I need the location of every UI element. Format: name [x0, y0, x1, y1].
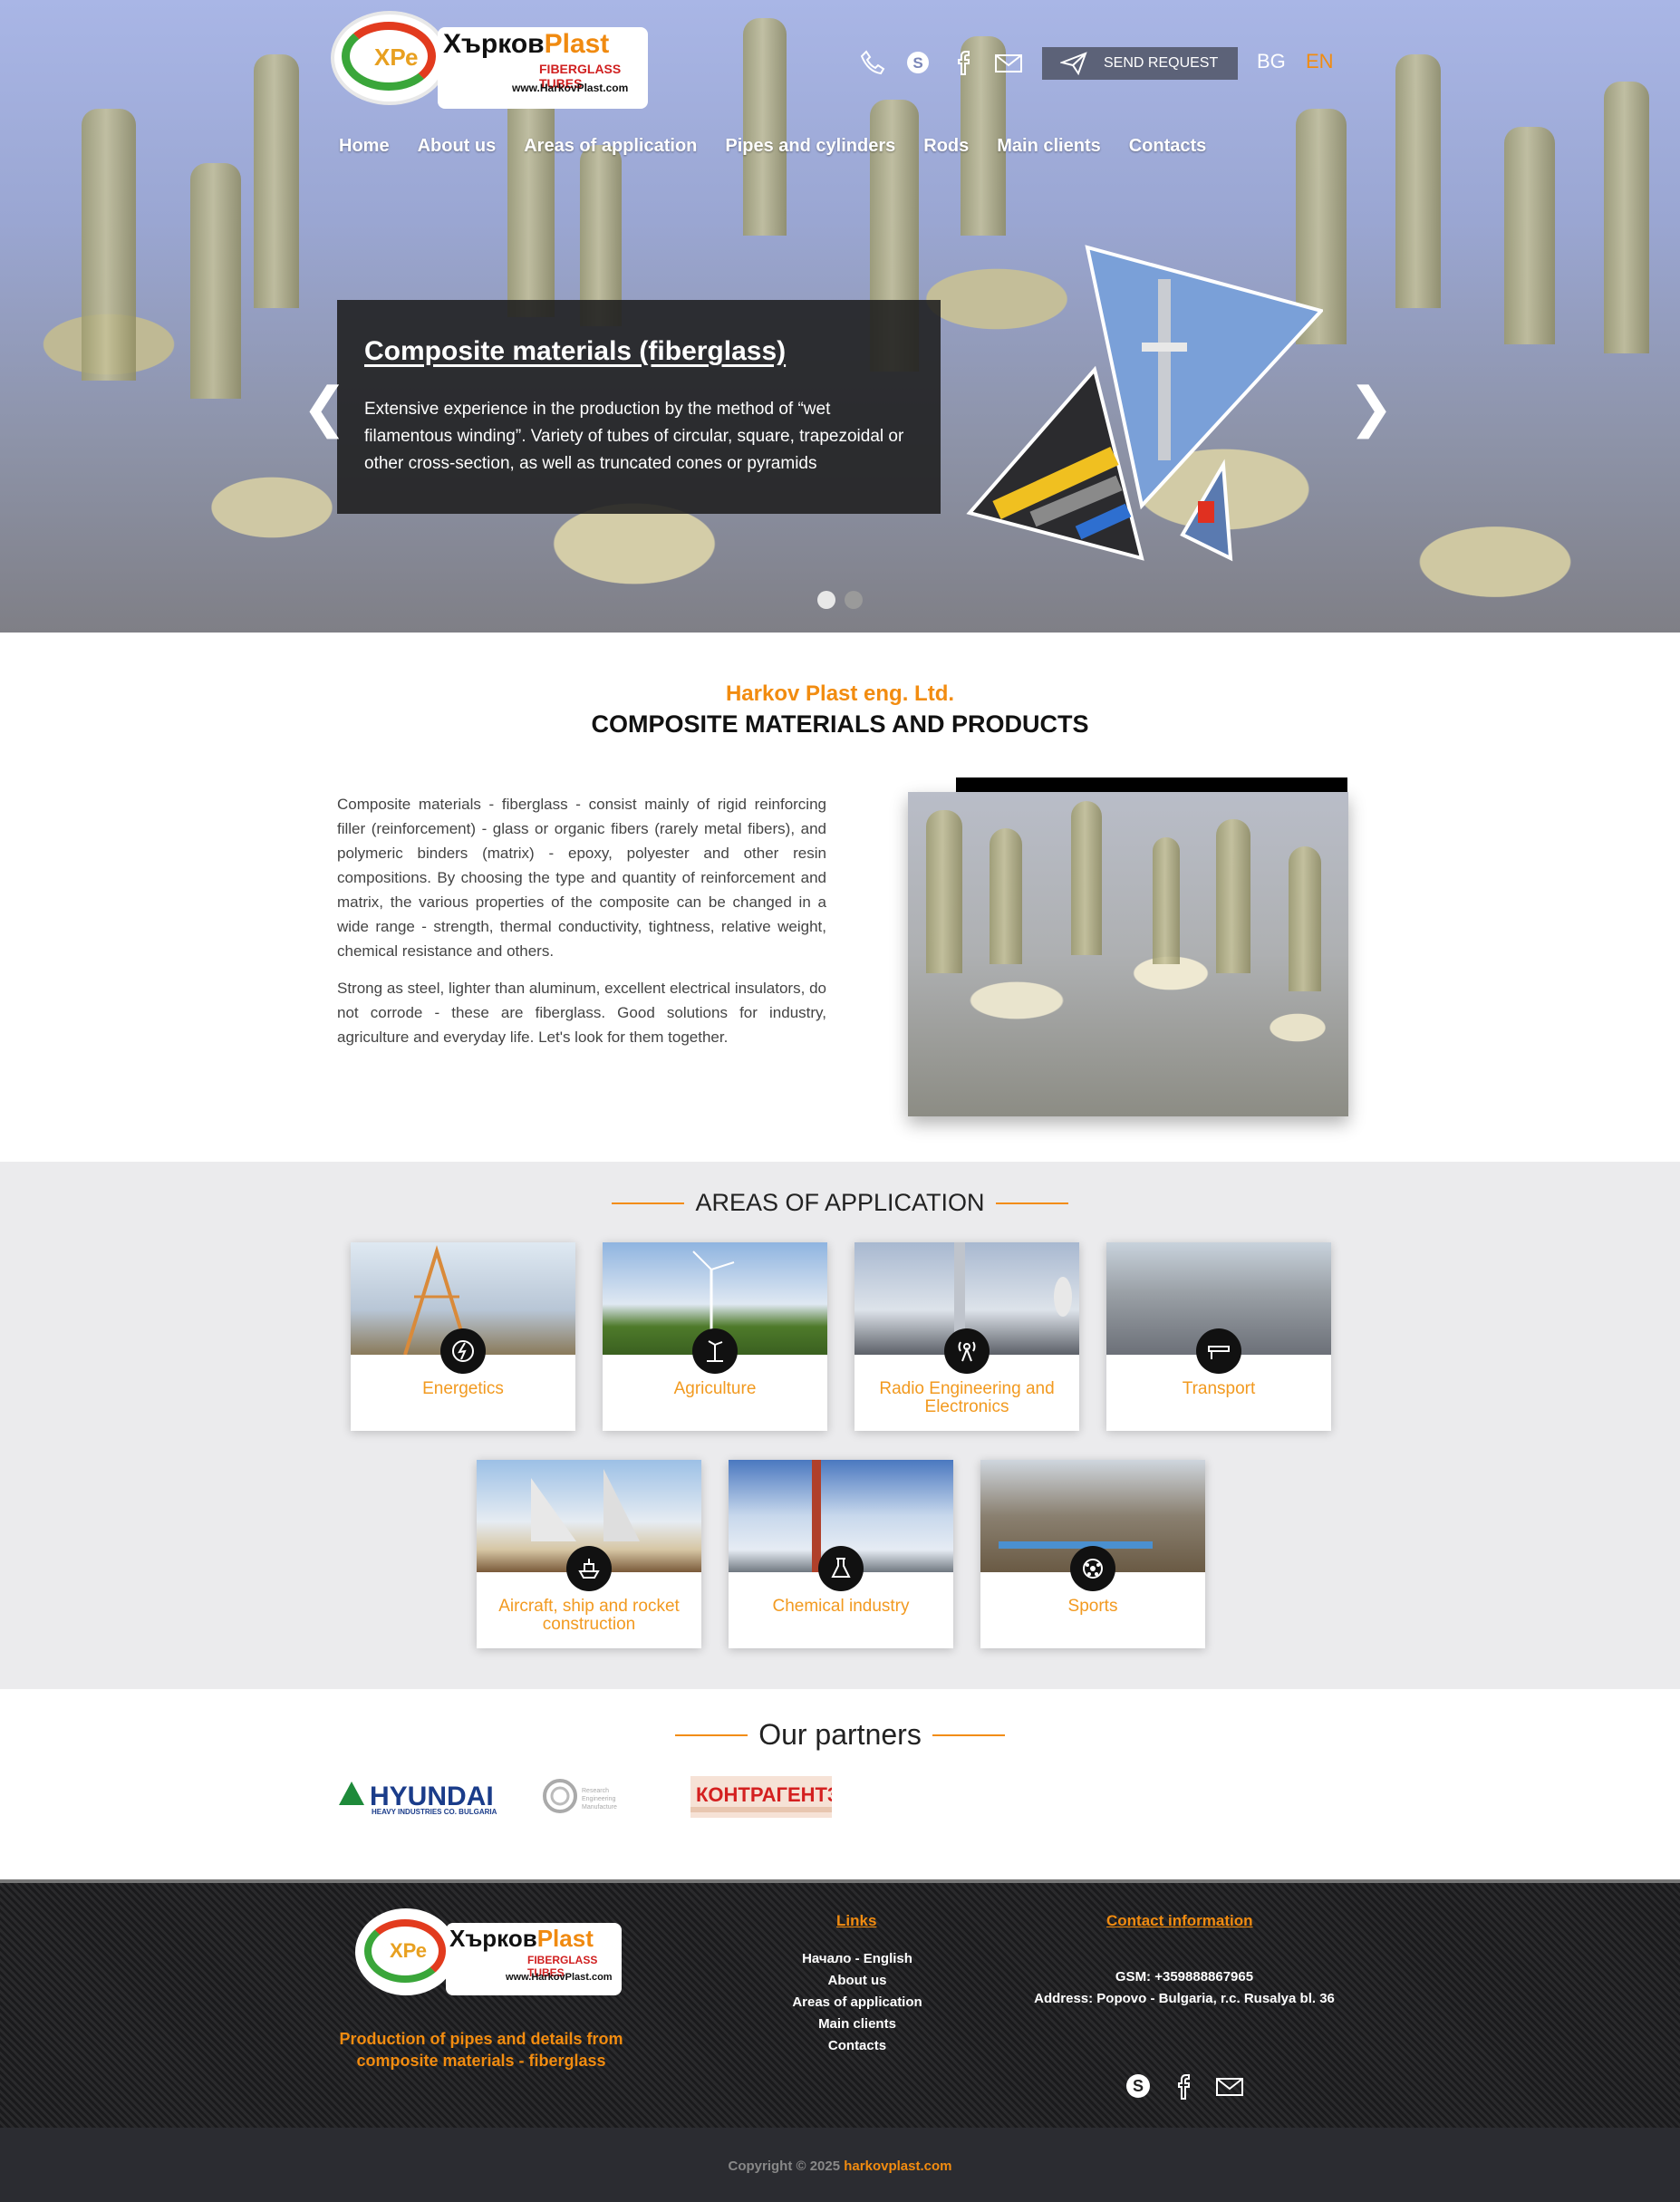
footer-contact-title: Contact information — [1106, 1912, 1253, 1929]
footer-links: Начало - English About us Areas of appli… — [767, 1948, 948, 2057]
flask-icon — [818, 1546, 864, 1591]
photo-frame-accent — [956, 777, 1347, 792]
copyright: Copyright © 2025 harkovplast.com — [728, 2159, 952, 2174]
footer-link-clients[interactable]: Main clients — [767, 2014, 948, 2035]
company-name: Harkov Plast eng. Ltd. — [725, 681, 955, 706]
skype-icon[interactable]: S — [903, 47, 933, 78]
svg-text:Research: Research — [582, 1788, 609, 1794]
mail-icon[interactable] — [993, 47, 1024, 78]
area-card-chemical[interactable]: Chemical industry — [729, 1460, 953, 1648]
lang-bg-link[interactable]: BG — [1257, 50, 1286, 73]
intro-paragraph-1: Composite materials - fiberglass - consi… — [337, 796, 826, 960]
intro-text: Composite materials - fiberglass - consi… — [337, 792, 826, 1062]
logo-monogram: ХРе — [374, 43, 419, 71]
copyright-site-link[interactable]: harkovplast.com — [844, 2159, 951, 2174]
phone-icon[interactable] — [857, 47, 888, 78]
svg-text:HEAVY INDUSTRIES CO. BULGARIA: HEAVY INDUSTRIES CO. BULGARIA — [372, 1808, 497, 1816]
area-card-sports[interactable]: Sports — [980, 1460, 1205, 1648]
logo-brand: ХърковPlast — [443, 29, 610, 59]
partners-title: Our partners — [0, 1718, 1680, 1752]
svg-text:Manufacture: Manufacture — [582, 1804, 617, 1811]
intro-paragraph-2: Strong as steel, lighter than aluminum, … — [337, 980, 826, 1046]
facebook-icon[interactable] — [948, 47, 979, 78]
area-label: Transport — [1182, 1379, 1256, 1398]
facebook-icon[interactable] — [1169, 2072, 1198, 2105]
footer-link-about[interactable]: About us — [767, 1970, 948, 1992]
footer-tagline: Production of pipes and details from com… — [339, 2030, 623, 2070]
area-card-energetics[interactable]: Energetics — [351, 1242, 575, 1431]
area-card-transport[interactable]: Transport — [1106, 1242, 1331, 1431]
mail-icon[interactable] — [1214, 2072, 1245, 2105]
slider-prev-button[interactable]: ❮ — [302, 381, 347, 435]
svg-text:S: S — [912, 54, 922, 72]
wind-turbine-icon — [692, 1328, 738, 1374]
nav-about-us[interactable]: About us — [418, 136, 497, 157]
areas-title: AREAS OF APPLICATION — [0, 1189, 1680, 1217]
area-card-radio-engineering[interactable]: Radio Engineering and Electronics — [854, 1242, 1079, 1431]
area-card-agriculture[interactable]: Agriculture — [603, 1242, 827, 1431]
area-label: Radio Engineering and Electronics — [879, 1379, 1055, 1416]
area-card-aircraft-ship[interactable]: Aircraft, ship and rocket construction — [477, 1460, 701, 1648]
skype-icon[interactable]: S — [1124, 2072, 1153, 2105]
lang-en-link[interactable]: EN — [1306, 50, 1334, 73]
area-label: Energetics — [422, 1379, 504, 1398]
area-label: Aircraft, ship and rocket construction — [498, 1597, 680, 1634]
ball-icon — [1070, 1546, 1115, 1591]
nav-areas[interactable]: Areas of application — [524, 136, 697, 157]
slider-dot-2[interactable] — [845, 591, 863, 609]
nav-rods[interactable]: Rods — [923, 136, 969, 157]
footer-contact-info: GSM: +359888867965 Address: Popovo - Bul… — [1033, 1966, 1336, 2010]
lightning-icon — [440, 1328, 486, 1374]
intro-heading: COMPOSITE MATERIALS AND PRODUCTS — [591, 710, 1089, 738]
svg-text:КОНТРАГЕНТ35: КОНТРАГЕНТ35 — [696, 1783, 832, 1806]
svg-text:S: S — [1133, 2077, 1144, 2095]
slide-text: Extensive experience in the production b… — [364, 400, 904, 473]
partner-hyundai-logo[interactable]: HYUNDAI HEAVY INDUSTRIES CO. BULGARIA — [337, 1776, 497, 1821]
area-label: Sports — [1067, 1597, 1118, 1616]
footer-social-icons: S — [1124, 2072, 1245, 2105]
slider-dot-1[interactable] — [817, 591, 835, 609]
slide-caption: Composite materials (fiberglass) Extensi… — [337, 300, 941, 514]
send-request-button[interactable]: SEND REQUEST — [1042, 47, 1238, 80]
svg-text:Engineering: Engineering — [582, 1796, 615, 1802]
nav-home[interactable]: Home — [339, 136, 390, 157]
ship-icon — [566, 1546, 612, 1591]
paper-plane-icon — [1060, 52, 1087, 75]
send-request-label: SEND REQUEST — [1104, 55, 1219, 71]
footer-link-home[interactable]: Начало - English — [767, 1948, 948, 1970]
fiberglass-tubes-photo — [908, 792, 1348, 1116]
site-logo[interactable]: ХРе ХърковPlast FIBERGLASS TUBES www.Har… — [331, 11, 648, 109]
footer-link-areas[interactable]: Areas of application — [767, 1992, 948, 2014]
partner-reem-logo[interactable]: Research Engineering Manufacture — [542, 1778, 632, 1819]
footer-logo[interactable]: ХРе ХърковPlast FIBERGLASS TUBES www.Har… — [355, 1908, 622, 1997]
slide-triangle-graphic — [961, 243, 1325, 569]
area-label: Agriculture — [673, 1379, 757, 1398]
partner-kontragent-logo[interactable]: КОНТРАГЕНТ35 — [690, 1776, 849, 1822]
logo-site: www.HarkovPlast.com — [512, 82, 629, 94]
main-nav: Home About us Areas of application Pipes… — [339, 136, 1206, 157]
nav-main-clients[interactable]: Main clients — [997, 136, 1100, 157]
footer-gsm: GSM: +359888867965 — [1115, 1969, 1254, 1985]
footer-link-contacts[interactable]: Contacts — [767, 2035, 948, 2057]
barrier-icon — [1196, 1328, 1241, 1374]
area-label: Chemical industry — [772, 1597, 910, 1616]
antenna-icon — [944, 1328, 990, 1374]
slider-next-button[interactable]: ❯ — [1348, 381, 1394, 435]
footer-address: Address: Popovo - Bulgaria, r.c. Rusalya… — [1034, 1991, 1335, 2006]
nav-pipes[interactable]: Pipes and cylinders — [725, 136, 895, 157]
nav-contacts[interactable]: Contacts — [1129, 136, 1207, 157]
header-contact-icons: S — [857, 47, 1024, 78]
footer-links-title: Links — [836, 1912, 877, 1929]
slide-title[interactable]: Composite materials (fiberglass) — [364, 336, 913, 367]
